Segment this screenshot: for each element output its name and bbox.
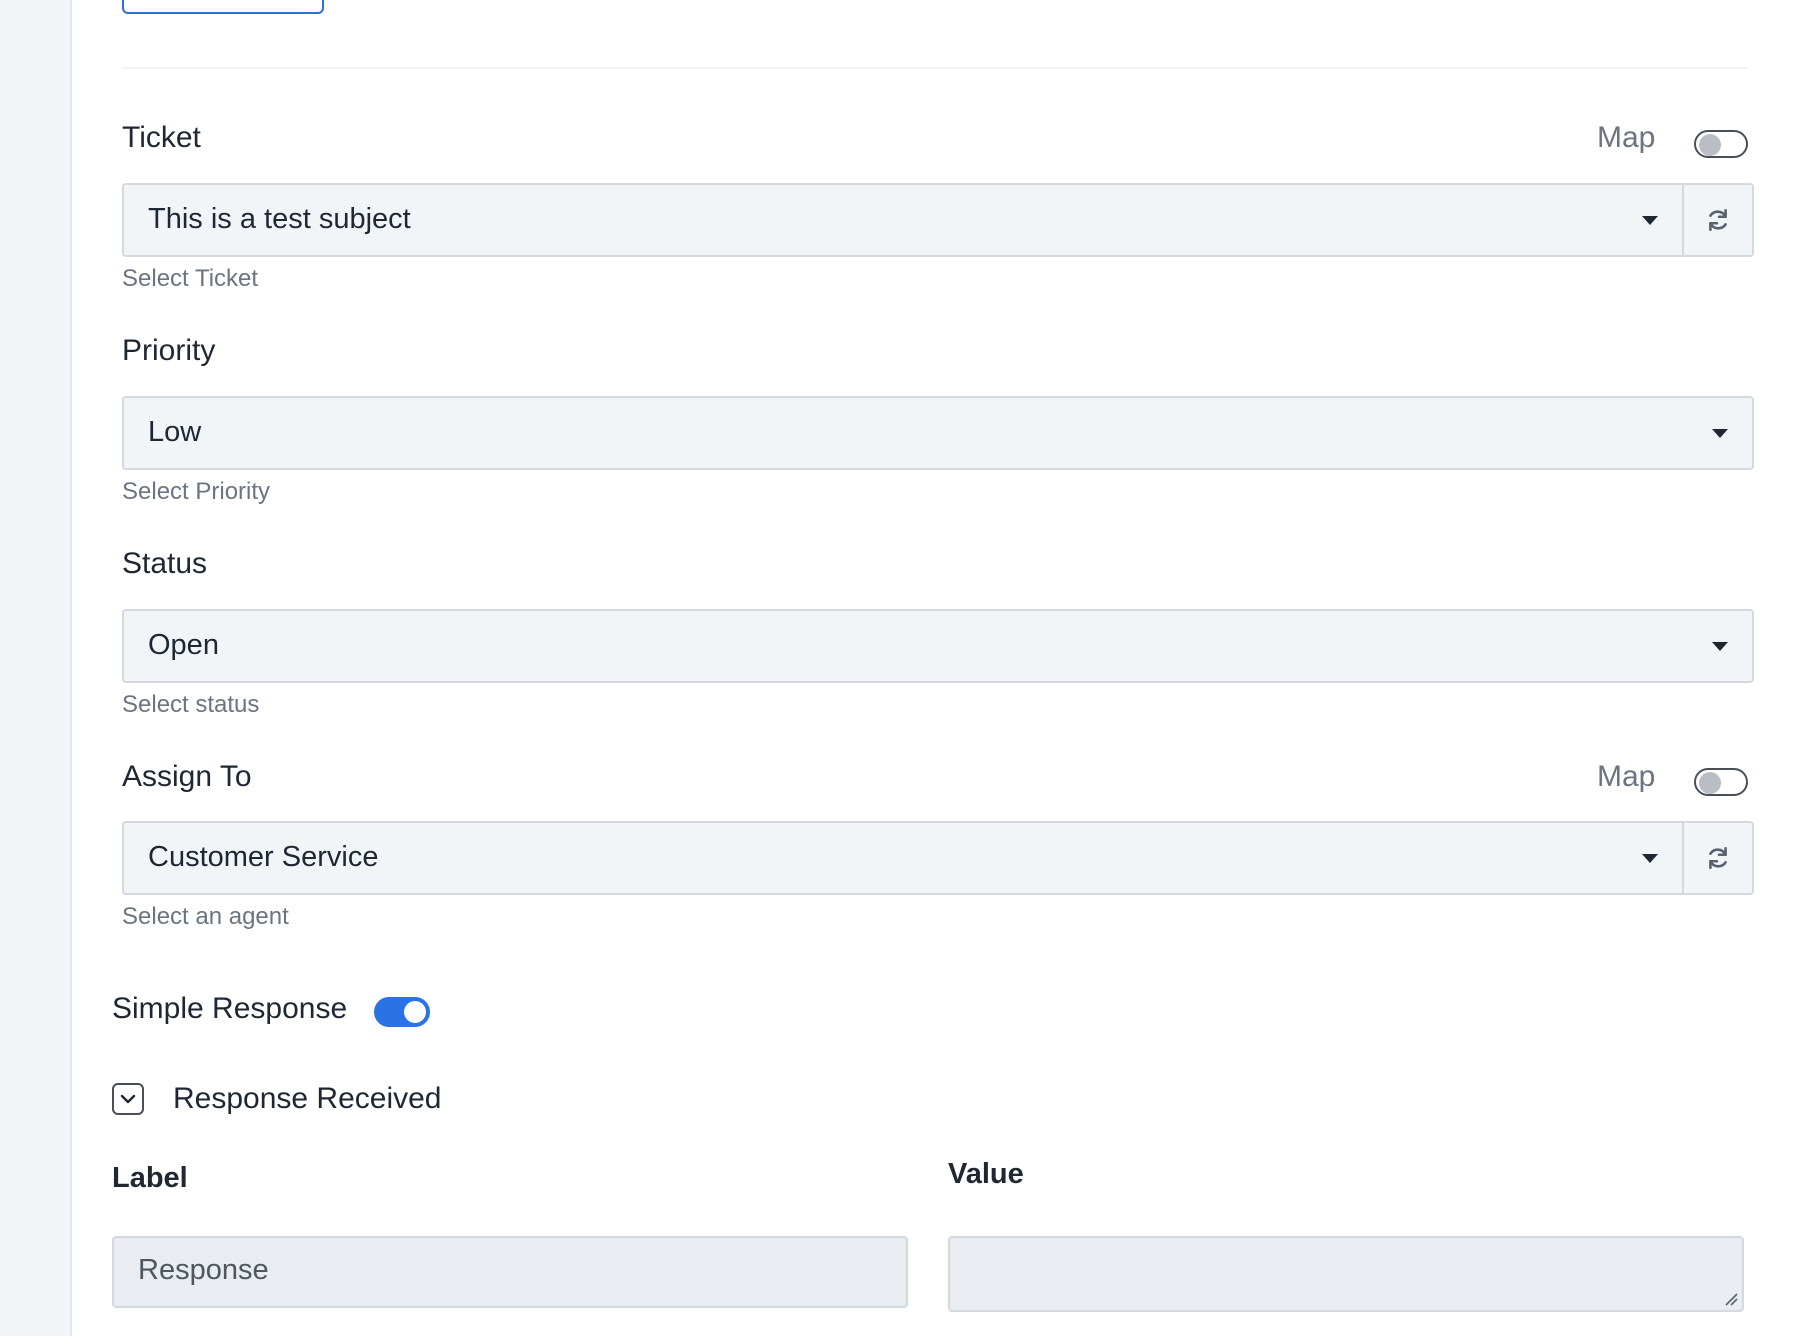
ticket-label: Ticket <box>122 121 201 154</box>
status-label: Status <box>122 547 208 580</box>
status-select-value: Open <box>148 629 219 661</box>
assign-to-refresh-button[interactable] <box>1684 821 1754 895</box>
assign-to-select[interactable]: Customer Service <box>122 821 1684 895</box>
toggle-knob <box>404 1001 426 1023</box>
priority-help-text: Select Priority <box>122 478 271 505</box>
assign-to-select-value: Customer Service <box>148 841 379 873</box>
ticket-select-value: This is a test subject <box>148 203 411 235</box>
ticket-map-toggle[interactable] <box>1694 130 1748 158</box>
priority-select[interactable]: Low <box>122 396 1754 470</box>
assign-to-label: Assign To <box>122 760 252 793</box>
label-column-header: Label <box>112 1162 188 1194</box>
toggle-knob <box>1699 772 1721 794</box>
refresh-icon <box>1709 846 1727 870</box>
response-collapse-button[interactable] <box>112 1083 144 1115</box>
response-value-textarea[interactable] <box>948 1236 1744 1312</box>
simple-response-label: Simple Response <box>112 992 348 1025</box>
caret-down-icon <box>1642 854 1658 863</box>
assign-to-help-text: Select an agent <box>122 903 289 930</box>
left-sidebar-rail <box>0 0 72 1336</box>
priority-select-value: Low <box>148 416 202 448</box>
ticket-map-label: Map <box>1597 121 1656 154</box>
toggle-knob <box>1699 134 1721 156</box>
assign-to-map-toggle[interactable] <box>1694 768 1748 796</box>
ticket-help-text: Select Ticket <box>122 265 259 292</box>
value-column-header: Value <box>948 1158 1024 1190</box>
response-received-title: Response Received <box>173 1082 442 1115</box>
resize-grip-icon[interactable] <box>1724 1292 1738 1306</box>
assign-to-map-label: Map <box>1597 760 1656 793</box>
refresh-icon <box>1709 208 1727 232</box>
chevron-down-icon <box>120 1094 136 1104</box>
page: Ticket Map This is a test subject Select… <box>0 0 1794 1336</box>
status-help-text: Select status <box>122 691 260 718</box>
caret-down-icon <box>1712 429 1728 438</box>
section-divider <box>122 67 1748 69</box>
priority-label: Priority <box>122 334 216 367</box>
response-label-value: Response <box>138 1254 269 1286</box>
response-label-input[interactable]: Response <box>112 1236 908 1308</box>
top-outline-button[interactable] <box>122 0 324 14</box>
status-select[interactable]: Open <box>122 609 1754 683</box>
caret-down-icon <box>1712 642 1728 651</box>
simple-response-toggle[interactable] <box>374 997 430 1027</box>
caret-down-icon <box>1642 216 1658 225</box>
ticket-refresh-button[interactable] <box>1684 183 1754 257</box>
ticket-select[interactable]: This is a test subject <box>122 183 1684 257</box>
